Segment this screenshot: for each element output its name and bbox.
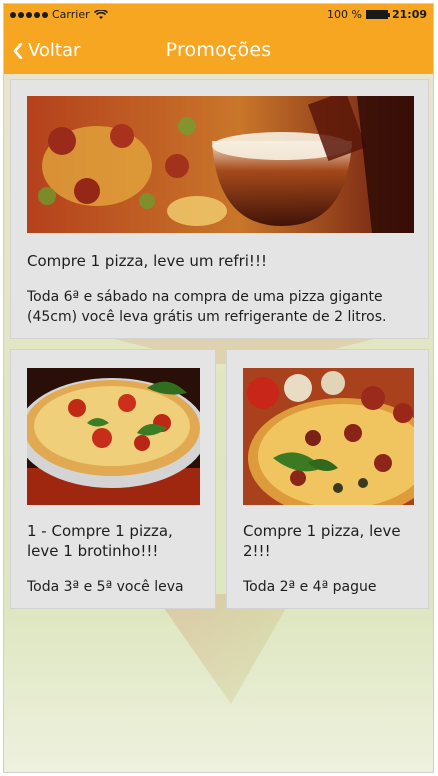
promotion-description: Toda 6ª e sábado na compra de uma pizza … [27, 289, 387, 325]
promotion-image-pizza [27, 368, 200, 505]
promotion-card[interactable]: Compre 1 pizza, leve um refri!!! Toda 6ª… [10, 79, 429, 339]
navigation-bar: Voltar Promoções [4, 26, 433, 74]
battery-icon [365, 10, 390, 19]
clock: 21:09 [391, 8, 427, 21]
wifi-icon [93, 9, 108, 19]
status-left: Carrier [10, 8, 108, 21]
promotion-title: 1 - Compre 1 pizza, leve 1 brotinho!!! [27, 522, 173, 560]
carrier-label: Carrier [52, 8, 90, 21]
battery-percent: 100 % [327, 8, 362, 21]
promotion-card[interactable]: Compre 1 pizza, leve 2!!! Toda 2ª e 4ª p… [226, 349, 429, 609]
promotion-description: Toda 2ª e 4ª pague [243, 579, 377, 595]
page-title: Promoções [165, 39, 272, 61]
promotion-image-pizza-soda [27, 96, 414, 233]
promotion-title: Compre 1 pizza, leve 2!!! [243, 522, 401, 560]
signal-icon [10, 11, 48, 18]
promotion-title: Compre 1 pizza, leve um refri!!! [27, 252, 267, 270]
background-logo [154, 594, 294, 704]
promotion-image-pizza-toppings [243, 368, 414, 505]
promotion-card[interactable]: 1 - Compre 1 pizza, leve 1 brotinho!!! T… [10, 349, 216, 609]
app-screen: Carrier 100 % 21:09 Voltar Promoções Com… [3, 3, 434, 773]
promotion-description: Toda 3ª e 5ª você leva [27, 579, 184, 595]
status-right: 100 % 21:09 [327, 8, 427, 21]
status-bar: Carrier 100 % 21:09 [4, 4, 433, 26]
